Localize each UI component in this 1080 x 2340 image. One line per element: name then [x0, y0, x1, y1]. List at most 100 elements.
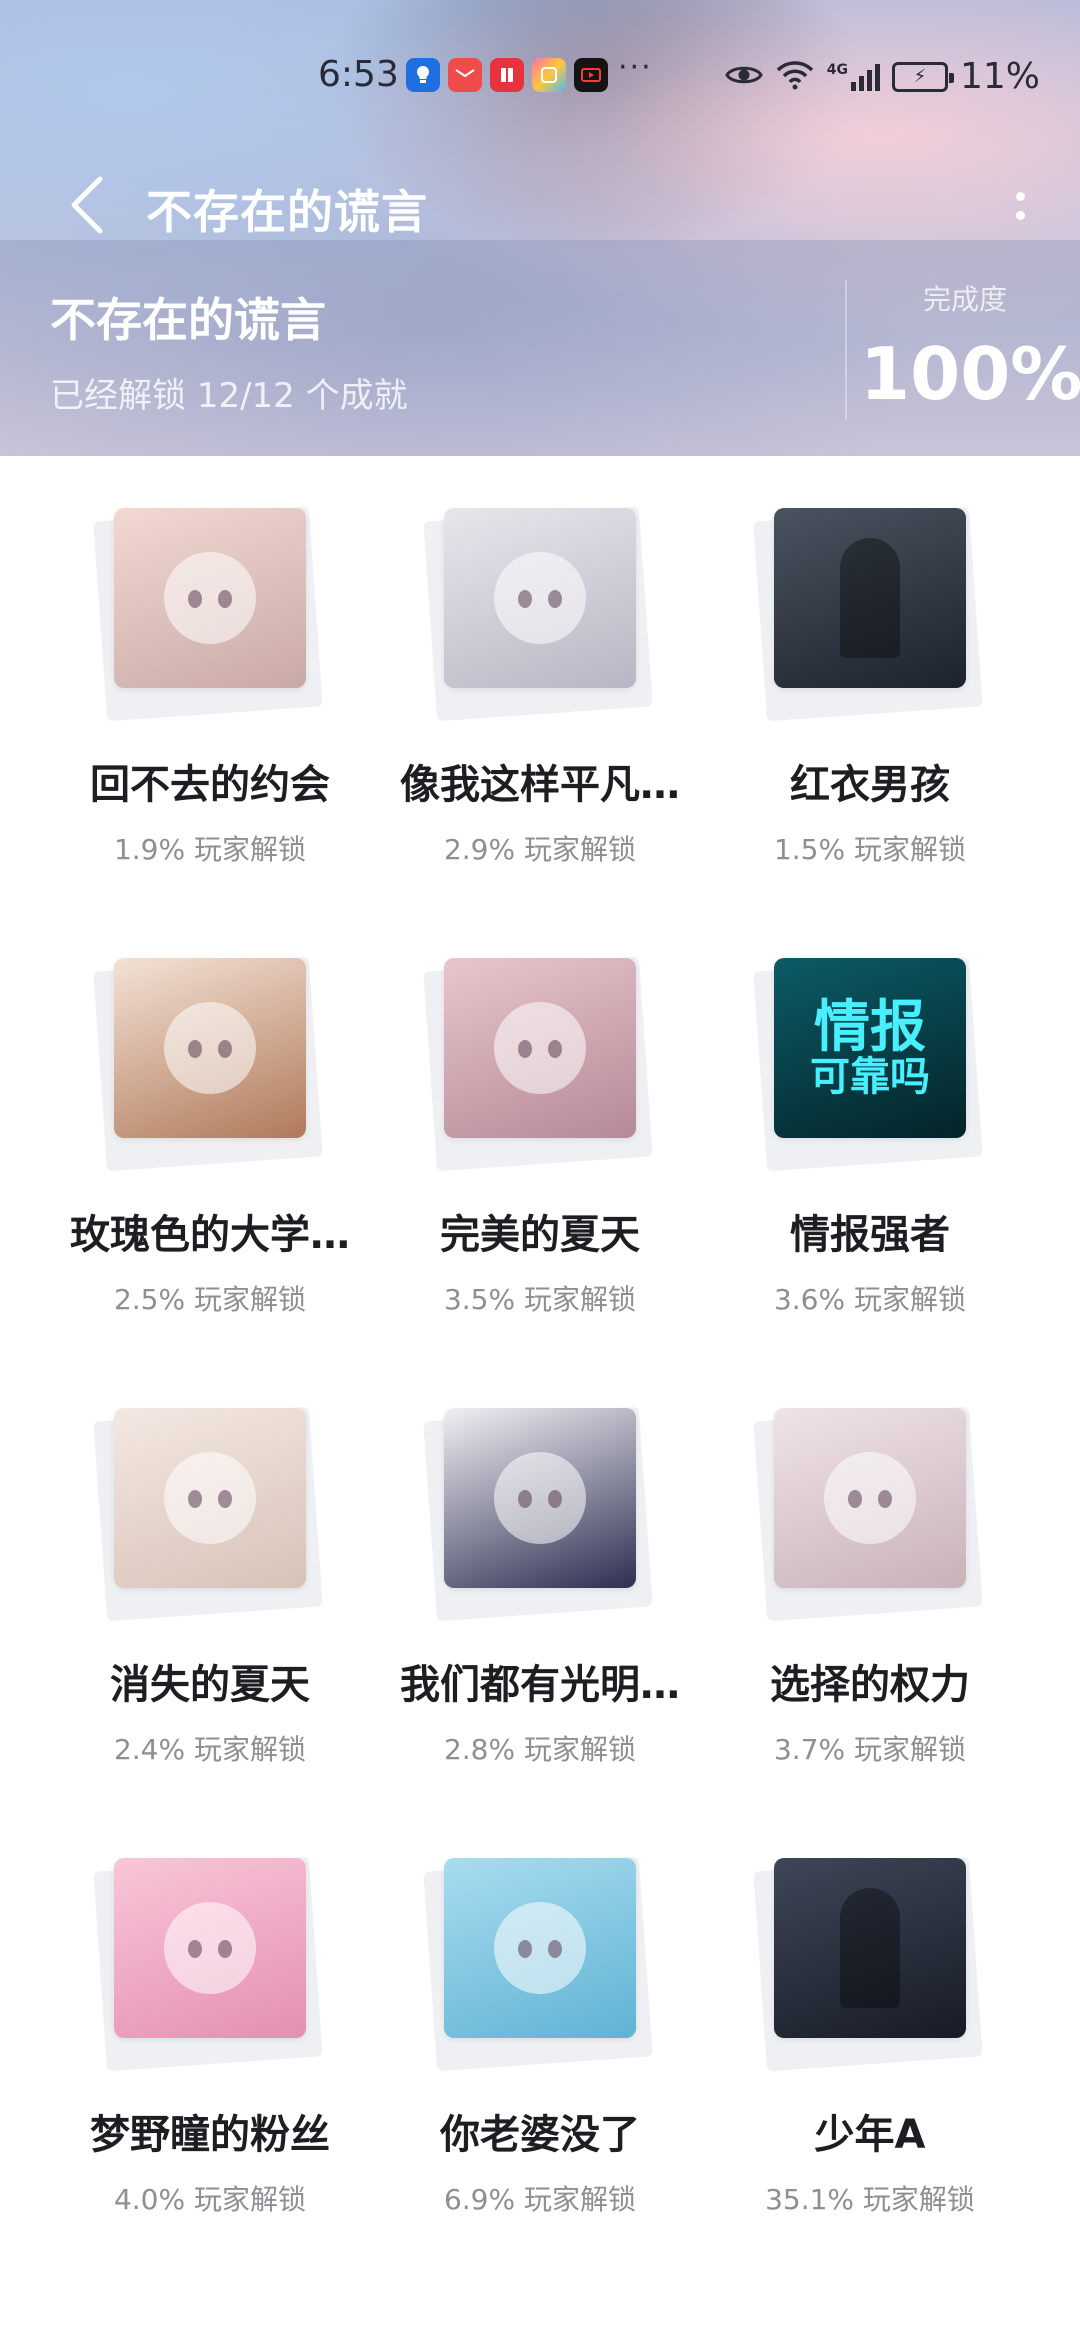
achievement-name: 像我这样平凡… [400, 762, 680, 808]
achievement-name: 消失的夏天 [110, 1662, 310, 1708]
eye-comfort-icon [725, 62, 763, 92]
achievement-item[interactable]: 完美的夏天 3.5% 玩家解锁 [375, 906, 705, 1326]
game-name: 不存在的谎言 [50, 293, 326, 347]
more-dot-icon [1015, 211, 1025, 220]
achievement-item[interactable]: 梦野瞳的粉丝 4.0% 玩家解锁 [45, 1806, 375, 2226]
achievement-badge-image [774, 1858, 966, 2038]
character-portrait [164, 1002, 256, 1094]
page-title: 不存在的谎言 [146, 185, 428, 239]
achievement-unlock-rate: 1.5% 玩家解锁 [773, 833, 967, 866]
achievement-name: 情报强者 [790, 1212, 950, 1258]
status-time: 6:53 [318, 54, 399, 95]
achievement-unlock-rate: 2.5% 玩家解锁 [113, 1283, 307, 1316]
badge-caption: 情报 可靠吗 [810, 993, 930, 1101]
achievement-unlock-rate: 3.5% 玩家解锁 [443, 1283, 637, 1316]
summary-divider [845, 280, 847, 420]
achievement-name: 梦野瞳的粉丝 [90, 2112, 330, 2158]
achievement-badge-image [114, 1408, 306, 1588]
status-indicators: 4G ⚡ 11% [725, 56, 1040, 97]
achievement-badge-image [444, 508, 636, 688]
dark-scene-image [840, 538, 900, 658]
achievement-item[interactable]: 红衣男孩 1.5% 玩家解锁 [705, 456, 1035, 876]
achievement-badge-card [750, 1856, 990, 2072]
achievement-unlock-rate: 1.9% 玩家解锁 [113, 833, 307, 866]
achievement-badge-image: 情报 可靠吗 [774, 958, 966, 1138]
completion-label: 完成度 [922, 283, 1007, 316]
achievement-badge-image [114, 958, 306, 1138]
achievement-badge-card [420, 1406, 660, 1622]
character-portrait [824, 1452, 916, 1544]
achievement-badge-card [420, 1856, 660, 2072]
achievement-item[interactable]: 选择的权力 3.7% 玩家解锁 [705, 1356, 1035, 1776]
achievement-unlock-rate: 35.1% 玩家解锁 [765, 2183, 975, 2216]
achievement-name: 红衣男孩 [790, 762, 950, 808]
achievement-unlock-rate: 6.9% 玩家解锁 [443, 2183, 637, 2216]
status-bar: 6:53 ··· 4G ⚡ 11% [0, 46, 1080, 110]
achievement-badge-image [444, 958, 636, 1138]
achievement-item[interactable]: 消失的夏天 2.4% 玩家解锁 [45, 1356, 375, 1776]
achievement-item[interactable]: 少年A 35.1% 玩家解锁 [705, 1806, 1035, 2226]
dark-scene-image [840, 1888, 900, 2008]
achievement-item[interactable]: 回不去的约会 1.9% 玩家解锁 [45, 456, 375, 876]
achievement-unlock-rate: 3.6% 玩家解锁 [773, 1283, 967, 1316]
badge-caption-line: 情报 [814, 993, 926, 1060]
achievement-unlock-rate: 2.8% 玩家解锁 [443, 1733, 637, 1766]
video-app-icon [574, 58, 608, 92]
achievement-badge-image [774, 508, 966, 688]
chevron-left-icon [71, 176, 103, 234]
achievement-unlock-rate: 2.9% 玩家解锁 [443, 833, 637, 866]
more-notifications-indicator: ··· [618, 50, 653, 85]
achievement-badge-card [420, 956, 660, 1172]
achievement-item[interactable]: 玫瑰色的大学… 2.5% 玩家解锁 [45, 906, 375, 1326]
back-button[interactable] [56, 170, 120, 240]
badge-caption-line: 可靠吗 [810, 1053, 930, 1101]
wifi-icon [775, 59, 815, 95]
unlock-count: 已经解锁 12/12 个成就 [50, 376, 408, 416]
achievement-name: 你老婆没了 [440, 2112, 640, 2158]
achievement-badge-card [90, 1856, 330, 2072]
signal-4g-icon: 4G [827, 62, 880, 92]
character-portrait [164, 1452, 256, 1544]
achievement-badge-card: 情报 可靠吗 [750, 956, 990, 1172]
header-banner: 6:53 ··· 4G ⚡ 11% 不存在的谎言 不存在的谎言 已经解锁 12/… [0, 0, 1080, 456]
character-portrait [494, 1002, 586, 1094]
achievement-badge-image [114, 1858, 306, 2038]
achievement-badge-card [90, 506, 330, 722]
achievement-badge-card [750, 506, 990, 722]
colorful-app-icon [532, 58, 566, 92]
more-options-button[interactable] [1000, 174, 1040, 238]
achievement-item[interactable]: 像我这样平凡… 2.9% 玩家解锁 [375, 456, 705, 876]
red-book-icon [490, 58, 524, 92]
achievement-name: 选择的权力 [770, 1662, 970, 1708]
achievement-summary: 不存在的谎言 已经解锁 12/12 个成就 完成度 100% [0, 240, 1080, 456]
more-dot-icon [1015, 192, 1025, 201]
achievement-unlock-rate: 3.7% 玩家解锁 [773, 1733, 967, 1766]
achievement-name: 我们都有光明… [400, 1662, 680, 1708]
achievement-badge-card [750, 1406, 990, 1622]
huawei-mail-icon [448, 58, 482, 92]
completion-value: 100% [860, 332, 1080, 416]
achievement-badge-image [444, 1408, 636, 1588]
character-portrait [164, 1902, 256, 1994]
battery-percent: 11% [959, 56, 1040, 97]
achievement-item[interactable]: 情报 可靠吗情报强者 3.6% 玩家解锁 [705, 906, 1035, 1326]
achievement-badge-card [90, 1406, 330, 1622]
battery-icon: ⚡ [891, 61, 954, 92]
achievement-item[interactable]: 我们都有光明… 2.8% 玩家解锁 [375, 1356, 705, 1776]
character-portrait [494, 1452, 586, 1544]
achievement-name: 玫瑰色的大学… [70, 1212, 350, 1258]
character-portrait [164, 552, 256, 644]
network-type-label: 4G [826, 61, 848, 78]
character-portrait [494, 552, 586, 644]
lightbulb-app-icon [406, 58, 440, 92]
character-portrait [494, 1902, 586, 1994]
achievement-badge-card [90, 956, 330, 1172]
achievement-name: 少年A [814, 2112, 926, 2158]
achievement-badge-image [774, 1408, 966, 1588]
achievement-badge-image [114, 508, 306, 688]
achievement-badge-card [420, 506, 660, 722]
notification-icons [406, 58, 608, 92]
achievement-unlock-rate: 4.0% 玩家解锁 [113, 2183, 307, 2216]
achievement-badge-image [444, 1858, 636, 2038]
achievement-item[interactable]: 你老婆没了 6.9% 玩家解锁 [375, 1806, 705, 2226]
